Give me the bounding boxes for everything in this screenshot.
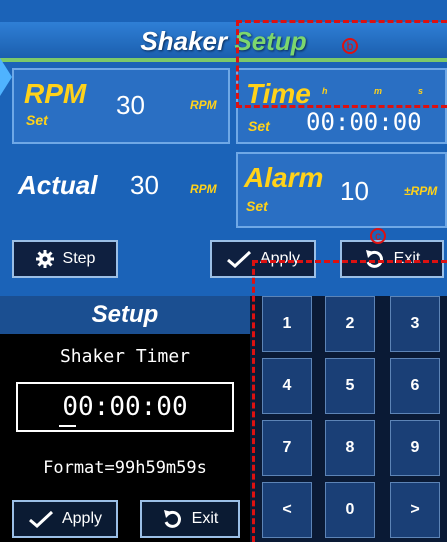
annotation-b-frame (236, 20, 447, 108)
rpm-set-label: Set (26, 112, 48, 128)
shaker-timer-label: Shaker Timer (59, 346, 191, 367)
title-word-shaker: Shaker (140, 26, 228, 56)
alarm-label: Alarm (244, 162, 324, 193)
annotation-b-marker: b (342, 38, 358, 54)
annotation-c-frame (252, 260, 447, 542)
time-set-label: Set (248, 118, 270, 134)
undo-arrow-icon (163, 510, 181, 528)
apply-button[interactable]: Apply (12, 500, 118, 538)
rpm-set-value: 30 (116, 90, 145, 120)
time-set-value: 00:00:00 (306, 108, 422, 136)
shaker-timer-value: 00:00:00 (62, 392, 188, 422)
exit-button[interactable]: Exit (140, 500, 240, 538)
alarm-value: 10 (340, 176, 369, 206)
checkmark-icon (227, 250, 252, 268)
alarm-unit: ±RPM (404, 184, 438, 198)
checkmark-icon (29, 510, 54, 528)
actual-label: Actual (18, 170, 98, 200)
annotation-c-marker: c (370, 228, 386, 244)
exit-label: Exit (191, 510, 219, 527)
text-cursor (59, 425, 76, 427)
format-hint: Format=99h59m59s (43, 458, 207, 478)
step-label: Step (62, 250, 96, 267)
step-button[interactable]: Step (12, 240, 118, 278)
actual-unit: RPM (190, 182, 217, 196)
shaker-timer-input[interactable]: 00:00:00 (16, 382, 234, 432)
apply-label: Apply (61, 510, 103, 527)
annotation-c-label: c (375, 229, 381, 243)
annotation-b-label: b (346, 39, 354, 53)
gear-icon (35, 250, 54, 268)
alarm-set-label: Set (246, 198, 268, 214)
actual-value: 30 (130, 170, 159, 200)
rpm-set-unit: RPM (190, 98, 217, 112)
rpm-label: RPM (24, 78, 87, 109)
setup-title: Setup (0, 296, 250, 334)
